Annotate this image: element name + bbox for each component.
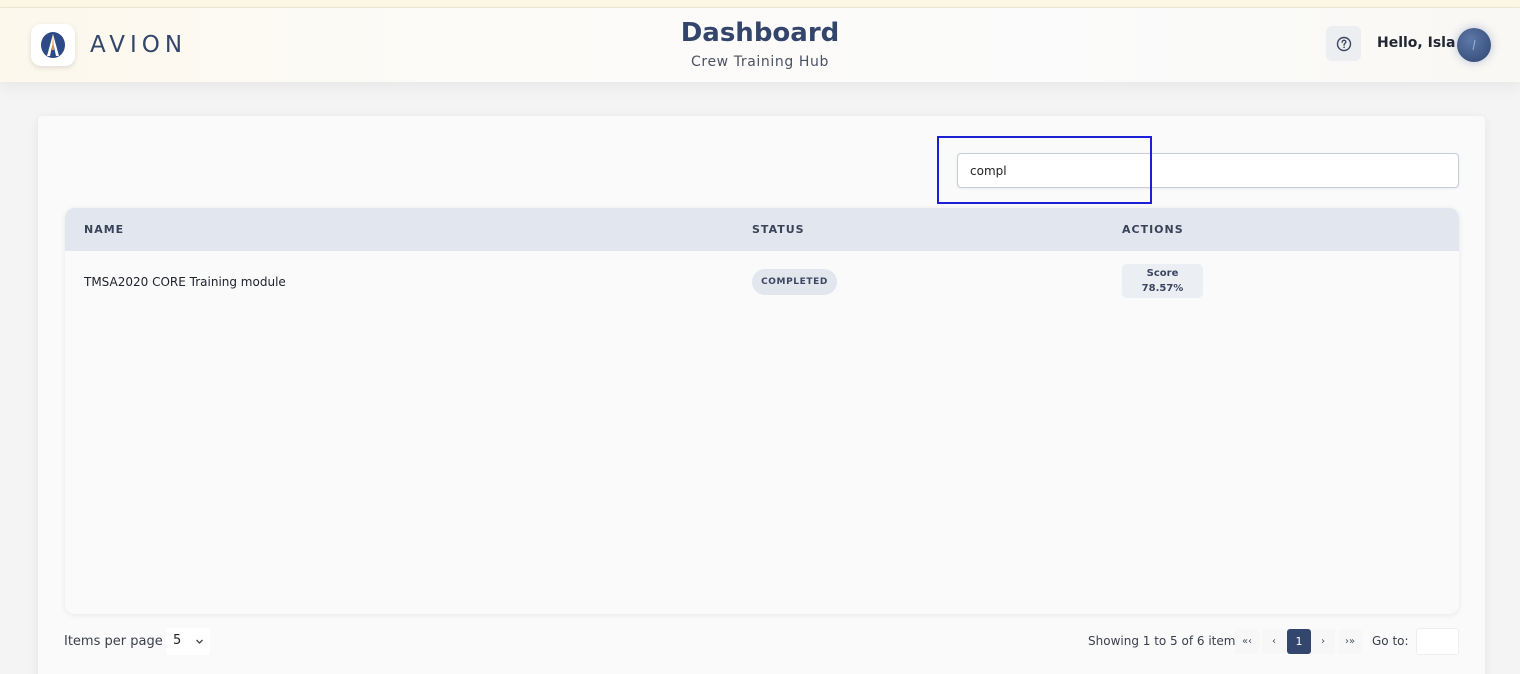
prev-page-button[interactable]: ‹	[1262, 629, 1286, 654]
user-avatar[interactable]	[1457, 28, 1491, 62]
brand-name: AVION	[90, 32, 188, 58]
column-header-name: NAME	[84, 223, 125, 236]
help-button[interactable]	[1326, 26, 1361, 61]
training-table: NAME STATUS ACTIONS TMSA2020 CORE Traini…	[65, 208, 1459, 614]
next-page-button[interactable]: ›	[1311, 629, 1335, 654]
question-circle-icon	[1336, 36, 1351, 51]
page-subtitle: Crew Training Hub	[691, 54, 829, 70]
status-badge: COMPLETED	[752, 269, 837, 295]
column-header-status: STATUS	[752, 223, 805, 236]
table-row[interactable]: TMSA2020 CORE Training module COMPLETED …	[65, 251, 1459, 313]
score-button[interactable]: Score 78.57%	[1122, 264, 1203, 298]
column-header-actions: ACTIONS	[1122, 223, 1184, 236]
avion-logo-icon[interactable]	[31, 24, 75, 66]
table-header: NAME STATUS ACTIONS	[65, 208, 1459, 251]
page-heading: Dashboard Crew Training Hub	[560, 18, 960, 70]
items-per-page-label: Items per page	[64, 634, 163, 649]
goto-input[interactable]	[1416, 628, 1459, 655]
last-page-button[interactable]: ›»	[1338, 629, 1362, 654]
app-header: AVION Dashboard Crew Training Hub Hello,…	[0, 8, 1520, 82]
first-page-button[interactable]: «‹	[1235, 629, 1259, 654]
avatar-icon	[1472, 39, 1476, 51]
score-label: Score	[1146, 268, 1179, 279]
user-greeting: Hello, Isla	[1377, 35, 1456, 51]
page-1-button[interactable]: 1	[1287, 629, 1311, 654]
search-input[interactable]	[957, 153, 1459, 188]
items-per-page-select[interactable]: 5	[166, 628, 210, 655]
items-per-page-value: 5	[173, 633, 182, 648]
score-value: 78.57%	[1141, 283, 1184, 294]
top-strip	[0, 0, 1520, 8]
goto-label: Go to:	[1372, 634, 1409, 648]
page-title: Dashboard	[680, 18, 840, 48]
row-name: TMSA2020 CORE Training module	[84, 275, 286, 289]
pagination-summary: Showing 1 to 5 of 6 items	[1088, 634, 1242, 648]
chevron-down-icon	[196, 639, 203, 644]
